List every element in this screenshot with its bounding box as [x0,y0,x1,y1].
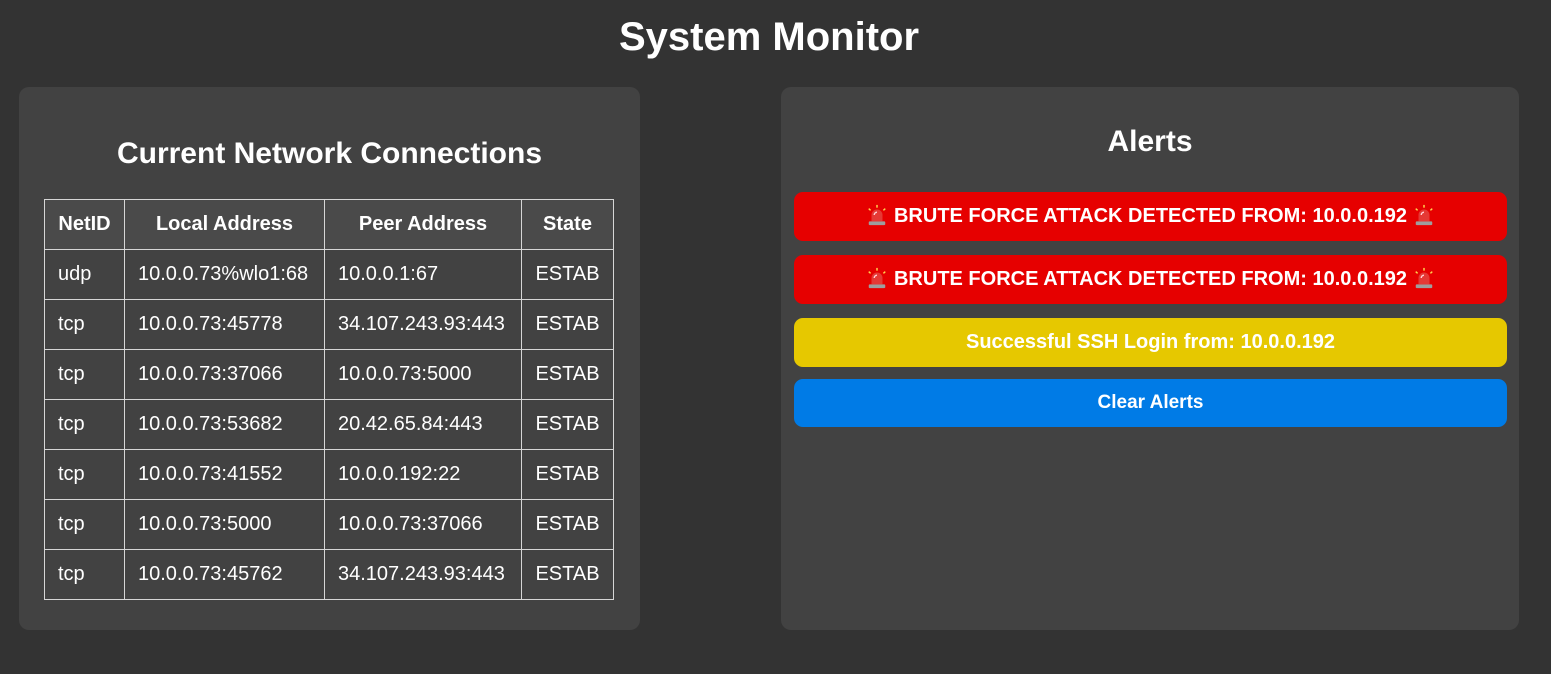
alert-text: Successful SSH Login from: 10.0.0.192 [965,331,1335,353]
alerts-list: BRUTE FORCE ATTACK DETECTED FROM: 10.0.0… [794,192,1507,427]
siren-icon [1413,204,1435,226]
table-row: tcp 10.0.0.73:45762 34.107.243.93:443 ESTAB [44,549,614,600]
cell-netid: tcp [44,549,125,600]
cell-netid: tcp [44,449,125,500]
column-header-local-address: Local Address [124,199,325,250]
table-row: tcp 10.0.0.73:5000 10.0.0.73:37066 ESTAB [44,499,614,550]
cell-local-address: 10.0.0.73:5000 [124,499,325,550]
cell-local-address: 10.0.0.73:45778 [124,299,325,350]
alerts-panel: Alerts BRUTE FORCE ATTACK DETECTED FROM:… [781,87,1519,630]
cell-state: ESTAB [521,249,614,300]
alert-text: BRUTE FORCE ATTACK DETECTED FROM: 10.0.0… [893,268,1408,290]
connections-table: NetID Local Address Peer Address State u… [44,199,614,600]
cell-state: ESTAB [521,399,614,450]
alert-item-success: Successful SSH Login from: 10.0.0.192 [794,318,1507,367]
table-row: tcp 10.0.0.73:37066 10.0.0.73:5000 ESTAB [44,349,614,400]
column-header-state: State [521,199,614,250]
cell-netid: udp [44,249,125,300]
table-row: tcp 10.0.0.73:41552 10.0.0.192:22 ESTAB [44,449,614,500]
cell-peer-address: 10.0.0.73:37066 [324,499,522,550]
cell-local-address: 10.0.0.73%wlo1:68 [124,249,325,300]
table-row: udp 10.0.0.73%wlo1:68 10.0.0.1:67 ESTAB [44,249,614,300]
cell-netid: tcp [44,399,125,450]
connections-panel: Current Network Connections NetID Local … [19,87,640,630]
cell-netid: tcp [44,499,125,550]
alert-item-danger: BRUTE FORCE ATTACK DETECTED FROM: 10.0.0… [794,255,1507,304]
cell-state: ESTAB [521,349,614,400]
cell-peer-address: 20.42.65.84:443 [324,399,522,450]
siren-icon [1413,267,1435,289]
cell-peer-address: 34.107.243.93:443 [324,549,522,600]
cell-state: ESTAB [521,449,614,500]
cell-peer-address: 10.0.0.1:67 [324,249,522,300]
column-header-peer-address: Peer Address [324,199,522,250]
page-title: System Monitor [618,15,920,59]
connections-table-body: udp 10.0.0.73%wlo1:68 10.0.0.1:67 ESTAB tcp 1… [44,249,614,600]
cell-local-address: 10.0.0.73:37066 [124,349,325,400]
cell-local-address: 10.0.0.73:53682 [124,399,325,450]
alert-text: BRUTE FORCE ATTACK DETECTED FROM: 10.0.0… [893,205,1408,227]
clear-alerts-button[interactable]: Clear Alerts [794,379,1507,427]
cell-peer-address: 10.0.0.192:22 [324,449,522,500]
cell-state: ESTAB [521,299,614,350]
cell-peer-address: 34.107.243.93:443 [324,299,522,350]
cell-state: ESTAB [521,499,614,550]
table-row: tcp 10.0.0.73:53682 20.42.65.84:443 ESTAB [44,399,614,450]
cell-local-address: 10.0.0.73:45762 [124,549,325,600]
siren-icon [866,204,888,226]
siren-icon [866,267,888,289]
alert-item-danger: BRUTE FORCE ATTACK DETECTED FROM: 10.0.0… [794,192,1507,241]
cell-peer-address: 10.0.0.73:5000 [324,349,522,400]
connections-heading: Current Network Connections [116,137,543,170]
column-header-netid: NetID [44,199,125,250]
cell-netid: tcp [44,349,125,400]
cell-local-address: 10.0.0.73:41552 [124,449,325,500]
table-header-row: NetID Local Address Peer Address State [44,199,614,250]
table-row: tcp 10.0.0.73:45778 34.107.243.93:443 ESTAB [44,299,614,350]
cell-state: ESTAB [521,549,614,600]
alerts-heading: Alerts [1107,125,1193,158]
cell-netid: tcp [44,299,125,350]
